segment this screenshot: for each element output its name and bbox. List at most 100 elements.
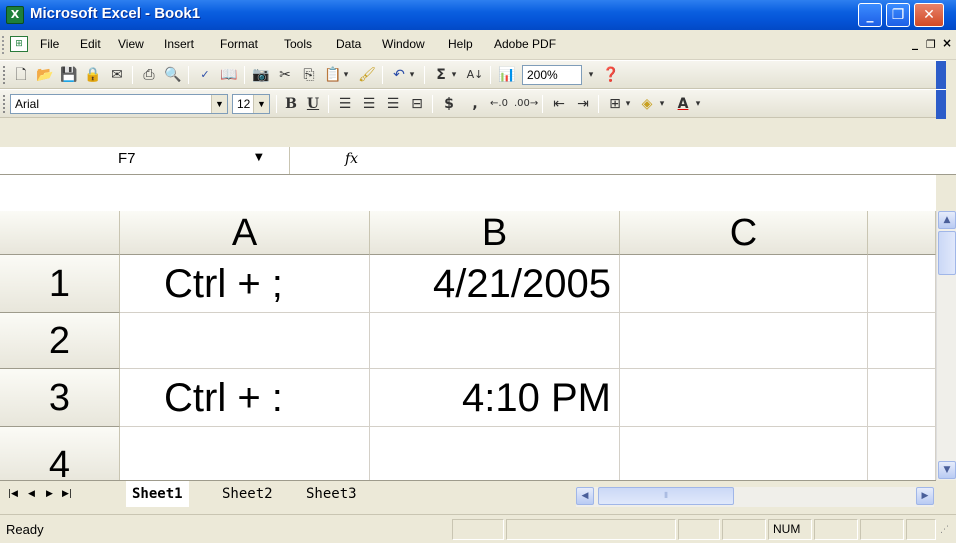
scroll-down-icon[interactable]: ▼: [938, 461, 956, 479]
email-icon[interactable]: ✉: [106, 65, 128, 85]
cell-c4[interactable]: [620, 427, 868, 480]
borders-dropdown-icon[interactable]: ▾: [622, 94, 634, 114]
toolbar-grip[interactable]: [3, 95, 5, 113]
spelling-icon[interactable]: ✓: [194, 65, 216, 85]
font-size-select[interactable]: 12 ▼: [232, 94, 270, 114]
print-preview-icon[interactable]: 🔍: [162, 65, 184, 85]
vertical-scroll-thumb[interactable]: [938, 231, 956, 275]
cell-a4[interactable]: [120, 427, 370, 480]
help-icon[interactable]: ❓: [600, 65, 622, 85]
cell-a1[interactable]: Ctrl + ;: [120, 255, 370, 313]
cell-d2[interactable]: [868, 313, 936, 369]
increase-decimal-icon[interactable]: ←.0: [488, 94, 510, 114]
autosum-dropdown-icon[interactable]: ▾: [448, 65, 460, 85]
chevron-down-icon[interactable]: ▼: [211, 95, 227, 113]
toolbar-options-icon[interactable]: [936, 61, 946, 90]
font-color-button[interactable]: A: [672, 94, 694, 114]
cut-icon[interactable]: ✂: [274, 65, 296, 85]
tab-sheet1[interactable]: Sheet1: [126, 481, 189, 507]
restore-button[interactable]: ❐: [886, 3, 910, 27]
cell-c3[interactable]: [620, 369, 868, 427]
menu-format[interactable]: Format: [220, 37, 258, 51]
undo-dropdown-icon[interactable]: ▾: [406, 65, 418, 85]
fill-color-dropdown-icon[interactable]: ▾: [656, 94, 668, 114]
menu-window[interactable]: Window: [382, 37, 425, 51]
merge-center-icon[interactable]: ⊟: [406, 94, 428, 114]
open-icon[interactable]: 📂: [34, 65, 56, 85]
menu-help[interactable]: Help: [448, 37, 473, 51]
permission-icon[interactable]: 🔒: [82, 65, 104, 85]
toolbar-grip[interactable]: [2, 36, 5, 54]
paste-dropdown-icon[interactable]: ▾: [340, 65, 352, 85]
cell-d3[interactable]: [868, 369, 936, 427]
column-header-b[interactable]: B: [370, 211, 620, 255]
column-header-d[interactable]: [868, 211, 936, 255]
align-left-icon[interactable]: ☰: [334, 94, 356, 114]
font-select[interactable]: Arial ▼: [10, 94, 228, 114]
horizontal-scrollbar[interactable]: ◀ ⦀ ▶: [576, 487, 934, 507]
row-header-1[interactable]: 1: [0, 255, 120, 313]
doc-restore-button[interactable]: ❐: [926, 38, 936, 51]
align-right-icon[interactable]: ☰: [382, 94, 404, 114]
title-bar[interactable]: X Microsoft Excel - Book1 _ ❐ ✕: [0, 0, 956, 30]
sort-ascending-icon[interactable]: A↓: [464, 65, 486, 85]
tab-sheet3[interactable]: Sheet3: [300, 481, 363, 507]
scroll-up-icon[interactable]: ▲: [938, 211, 956, 229]
cell-b3[interactable]: 4:10 PM: [370, 369, 620, 427]
cell-a2[interactable]: [120, 313, 370, 369]
menu-data[interactable]: Data: [336, 37, 361, 51]
insert-function-button[interactable]: fx: [345, 151, 358, 167]
font-color-dropdown-icon[interactable]: ▾: [692, 94, 704, 114]
menu-adobe-pdf[interactable]: Adobe PDF: [494, 37, 556, 51]
cell-a3[interactable]: Ctrl + :: [120, 369, 370, 427]
underline-button[interactable]: U: [302, 94, 324, 114]
cell-c2[interactable]: [620, 313, 868, 369]
vertical-scrollbar[interactable]: ▲ ▼: [936, 211, 956, 480]
cell-d1[interactable]: [868, 255, 936, 313]
cell-d4[interactable]: [868, 427, 936, 480]
camera-icon[interactable]: 📷: [250, 65, 272, 85]
increase-indent-icon[interactable]: ⇥: [572, 94, 594, 114]
menu-view[interactable]: View: [118, 37, 144, 51]
row-header-2[interactable]: 2: [0, 313, 120, 369]
toolbar-options-icon[interactable]: [936, 90, 946, 119]
new-icon[interactable]: 🗋: [10, 65, 32, 85]
last-sheet-icon[interactable]: ▶|: [62, 489, 72, 499]
decrease-indent-icon[interactable]: ⇤: [548, 94, 570, 114]
menu-insert[interactable]: Insert: [164, 37, 194, 51]
scroll-left-icon[interactable]: ◀: [576, 487, 594, 505]
scroll-right-icon[interactable]: ▶: [916, 487, 934, 505]
row-header-4[interactable]: 4: [0, 427, 120, 480]
doc-close-button[interactable]: ×: [942, 36, 952, 50]
previous-sheet-icon[interactable]: ◀: [28, 489, 35, 499]
cell-b1[interactable]: 4/21/2005: [370, 255, 620, 313]
minimize-button[interactable]: _: [858, 3, 882, 27]
menu-tools[interactable]: Tools: [284, 37, 312, 51]
cell-c1[interactable]: [620, 255, 868, 313]
decrease-decimal-icon[interactable]: .00→: [514, 94, 538, 114]
cell-b2[interactable]: [370, 313, 620, 369]
align-center-icon[interactable]: ☰: [358, 94, 380, 114]
save-icon[interactable]: 💾: [58, 65, 80, 85]
comma-style-button[interactable]: ,: [464, 94, 486, 114]
zoom-select[interactable]: 200%: [522, 65, 582, 85]
zoom-dropdown-icon[interactable]: ▾: [584, 65, 598, 85]
doc-minimize-button[interactable]: _: [912, 36, 918, 50]
select-all-corner[interactable]: [0, 211, 120, 255]
cell-b4[interactable]: [370, 427, 620, 480]
toolbar-grip[interactable]: [3, 66, 5, 84]
column-header-a[interactable]: A: [120, 211, 370, 255]
menu-edit[interactable]: Edit: [80, 37, 101, 51]
chart-wizard-icon[interactable]: 📊: [496, 65, 518, 85]
formula-input[interactable]: [380, 151, 950, 171]
print-icon[interactable]: ⎙: [138, 65, 160, 85]
name-box[interactable]: F7 ▼: [0, 147, 290, 174]
excel-icon[interactable]: X: [6, 6, 24, 24]
first-sheet-icon[interactable]: |◀: [8, 489, 18, 499]
currency-button[interactable]: $: [438, 94, 460, 114]
next-sheet-icon[interactable]: ▶: [46, 489, 53, 499]
chevron-down-icon[interactable]: ▼: [253, 95, 269, 113]
menu-file[interactable]: File: [40, 37, 59, 51]
tab-sheet2[interactable]: Sheet2: [216, 481, 279, 507]
workbook-icon[interactable]: ⊞: [10, 36, 28, 52]
